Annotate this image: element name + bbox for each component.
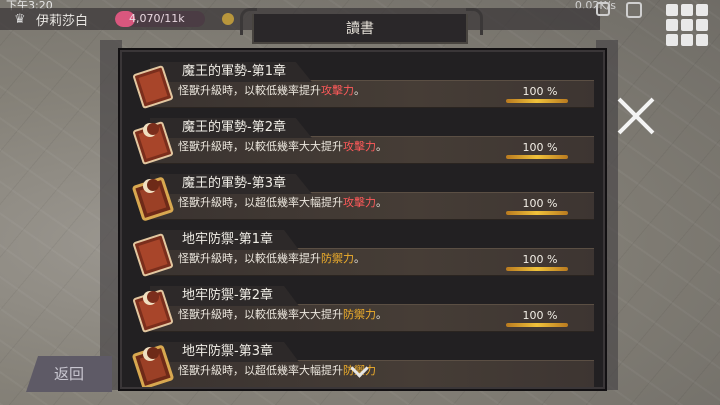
book-row[interactable]: 地牢防禦-第2章 怪獸升級時，以較低幾率大大提升防禦力。 100 % bbox=[126, 286, 598, 338]
ornate-book-icon bbox=[132, 174, 178, 222]
exp-bar: 4,070/11k bbox=[115, 11, 205, 27]
title-hook-right bbox=[466, 8, 483, 35]
red-book-icon bbox=[132, 230, 178, 278]
modal-title: 讀書 bbox=[252, 14, 468, 44]
screenshot-icon[interactable] bbox=[596, 2, 610, 16]
book-description-text: 怪獸升級時，以超低幾率大幅提升 bbox=[178, 196, 343, 209]
book-stat: 防禦力 bbox=[321, 252, 354, 265]
grid-menu-icon[interactable] bbox=[666, 4, 708, 46]
book-description-suffix: 。 bbox=[376, 140, 387, 153]
red-book-crescent-icon bbox=[132, 118, 178, 166]
book-description-text: 怪獸升級時，以較低幾率提升 bbox=[178, 252, 321, 265]
chevron-down-icon[interactable] bbox=[350, 362, 368, 380]
book-description-text: 怪獸升級時，以較低幾率提升 bbox=[178, 84, 321, 97]
crown-icon: ♛ bbox=[14, 12, 26, 27]
book-description: 怪獸升級時，以較低幾率提升防禦力。 bbox=[178, 252, 365, 266]
book-progress-bar bbox=[506, 211, 568, 215]
book-description-text: 怪獸升級時，以較低幾率大大提升 bbox=[178, 308, 343, 321]
book-row[interactable]: 魔王的軍勢-第3章 怪獸升級時，以超低幾率大幅提升攻擊力。 100 % bbox=[126, 174, 598, 226]
book-stat: 攻擊力 bbox=[343, 140, 376, 153]
book-row[interactable]: 地牢防禦-第1章 怪獸升級時，以較低幾率提升防禦力。 100 % bbox=[126, 230, 598, 282]
red-book-crescent-icon bbox=[132, 286, 178, 334]
book-stat: 攻擊力 bbox=[343, 196, 376, 209]
ornate-book-icon bbox=[132, 342, 178, 387]
rotate-icon[interactable] bbox=[626, 2, 642, 18]
book-progress-bar bbox=[506, 99, 568, 103]
close-icon[interactable] bbox=[614, 94, 658, 138]
player-name: 伊莉莎白 bbox=[36, 14, 89, 29]
book-description: 怪獸升級時，以較低幾率大大提升攻擊力。 bbox=[178, 140, 387, 154]
book-row[interactable]: 魔王的軍勢-第2章 怪獸升級時，以較低幾率大大提升攻擊力。 100 % bbox=[126, 118, 598, 170]
book-stat: 攻擊力 bbox=[321, 84, 354, 97]
book-description: 怪獸升級時，以較低幾率大大提升防禦力。 bbox=[178, 308, 387, 322]
book-progress-bar bbox=[506, 323, 568, 327]
reading-modal: 魔王的軍勢-第1章 怪獸升級時，以較低幾率提升攻擊力。 100 % 魔王的軍勢-第2章… bbox=[120, 50, 605, 389]
book-row[interactable]: 魔王的軍勢-第1章 怪獸升級時，以較低幾率提升攻擊力。 100 % bbox=[126, 62, 598, 114]
book-description: 怪獸升級時，以超低幾率大幅提升防禦力 bbox=[178, 364, 376, 378]
book-progress-bar bbox=[506, 267, 568, 271]
book-description-suffix: 。 bbox=[376, 308, 387, 321]
book-progress-bar bbox=[506, 155, 568, 159]
book-description-suffix: 。 bbox=[376, 196, 387, 209]
coin-icon bbox=[222, 13, 234, 25]
exp-text: 4,070/11k bbox=[129, 12, 185, 25]
book-description-suffix: 。 bbox=[354, 84, 365, 97]
book-description: 怪獸升級時，以較低幾率提升攻擊力。 bbox=[178, 84, 365, 98]
book-description: 怪獸升級時，以超低幾率大幅提升攻擊力。 bbox=[178, 196, 387, 210]
book-description-text: 怪獸升級時，以超低幾率大幅提升 bbox=[178, 364, 343, 377]
book-stat: 防禦力 bbox=[343, 308, 376, 321]
red-book-icon bbox=[132, 62, 178, 110]
background-frame-left bbox=[100, 40, 122, 390]
book-description-text: 怪獸升級時，以較低幾率大大提升 bbox=[178, 140, 343, 153]
book-description-suffix: 。 bbox=[354, 252, 365, 265]
back-button[interactable]: 返回 bbox=[26, 356, 112, 392]
